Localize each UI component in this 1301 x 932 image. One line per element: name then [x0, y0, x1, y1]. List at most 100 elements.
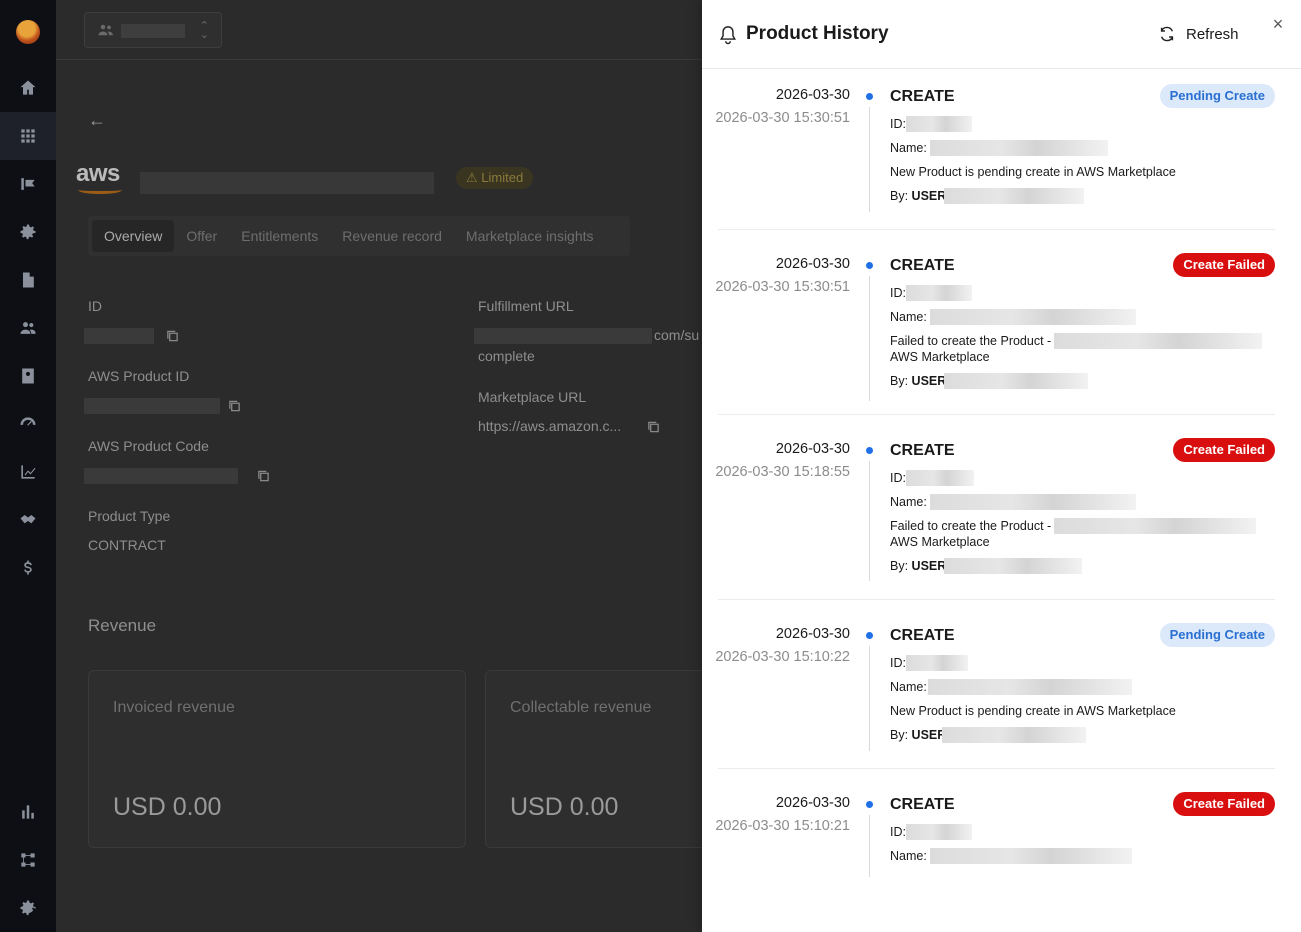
id-label: ID:	[890, 656, 906, 670]
sidebar-item-partners[interactable]	[0, 496, 56, 544]
aws-product-code-redacted	[84, 468, 238, 484]
name-redacted	[928, 679, 1132, 695]
sidebar-item-system-settings[interactable]	[0, 884, 56, 932]
aws-product-id-redacted	[84, 398, 220, 414]
sidebar-item-home[interactable]	[0, 64, 56, 112]
tab-offer[interactable]: Offer	[174, 220, 229, 252]
copy-icon[interactable]	[228, 399, 241, 413]
sidebar-item-settings[interactable]	[0, 208, 56, 256]
user-redacted	[942, 727, 1086, 743]
by-label: By:	[890, 728, 909, 742]
fulfillment-url-line2: complete	[478, 348, 535, 364]
contact-card-icon	[22, 368, 34, 384]
tab-overview[interactable]: Overview	[92, 220, 175, 252]
gauge-icon	[20, 417, 36, 426]
timeline-line	[869, 815, 870, 877]
name-redacted	[930, 140, 1108, 156]
user-redacted	[944, 373, 1088, 389]
handshake-icon	[20, 515, 36, 524]
grid-icon	[21, 129, 35, 143]
tab-marketplace-insights[interactable]: Marketplace insights	[454, 220, 606, 252]
user-redacted	[944, 188, 1084, 204]
timeline-dot	[866, 632, 873, 639]
message-redacted	[1054, 518, 1256, 534]
revenue-section-title: Revenue	[88, 616, 157, 635]
copy-icon[interactable]	[647, 420, 660, 434]
tab-entitlements[interactable]: Entitlements	[229, 220, 330, 252]
invoiced-revenue-amount: USD 0.00	[113, 793, 222, 821]
entry-id: ID:	[890, 117, 906, 131]
status-badge: Pending Create	[1159, 623, 1275, 647]
sidebar-item-products[interactable]	[0, 112, 56, 160]
workspace-select[interactable]: ⌃ ⌄	[84, 12, 222, 48]
refresh-icon	[1160, 26, 1174, 42]
entry-message: Failed to create the Product -	[890, 334, 1052, 348]
timeline-dot	[866, 447, 873, 454]
history-entry: 2026-03-30 2026-03-30 15:30:51 CREATE Cr…	[715, 238, 1275, 415]
entry-name: Name:	[890, 495, 927, 509]
drawer-title: Product History	[746, 23, 889, 44]
entry-action: CREATE	[890, 627, 955, 644]
entry-by: By: USER	[890, 374, 946, 388]
entry-timestamp: 2026-03-30 15:10:21	[715, 818, 850, 834]
fulfillment-url-label: Fulfillment URL	[478, 298, 574, 314]
marketplace-url-value[interactable]: https://aws.amazon.c...	[478, 418, 621, 434]
entry-timestamp: 2026-03-30 15:18:55	[715, 464, 850, 480]
sidebar-item-documents[interactable]	[0, 256, 56, 304]
sidebar-item-performance[interactable]	[0, 400, 56, 448]
copy-icon[interactable]	[257, 469, 270, 483]
name-label: Name:	[890, 310, 927, 324]
sidebar-item-analytics[interactable]	[0, 448, 56, 496]
entry-message: New Product is pending create in AWS Mar…	[890, 704, 1176, 718]
chart-line-icon	[21, 465, 36, 479]
message-redacted	[1054, 333, 1262, 349]
history-entry: 2026-03-30 2026-03-30 15:30:51 CREATE Pe…	[715, 69, 1275, 230]
gear-icon	[20, 224, 36, 240]
app-logo[interactable]	[16, 20, 40, 44]
sidebar-item-contacts[interactable]	[0, 352, 56, 400]
close-icon[interactable]: ×	[1268, 14, 1288, 34]
refresh-button[interactable]: Refresh	[1158, 20, 1239, 48]
entry-action: CREATE	[890, 796, 955, 813]
collectable-revenue-amount: USD 0.00	[510, 793, 619, 821]
entry-timestamp: 2026-03-30 15:30:51	[715, 110, 850, 126]
entry-date: 2026-03-30	[775, 626, 850, 642]
user-label: USER	[911, 189, 947, 203]
entry-name: Name:	[890, 849, 927, 863]
back-arrow-icon[interactable]: ←	[88, 110, 106, 131]
sidebar-item-listings[interactable]	[0, 160, 56, 208]
name-label: Name:	[890, 495, 927, 509]
status-badge: Create Failed	[1173, 253, 1275, 277]
users-icon	[20, 322, 36, 334]
sidebar-item-reports[interactable]	[0, 788, 56, 836]
aws-product-code-label: AWS Product Code	[88, 438, 209, 454]
user-redacted	[944, 558, 1082, 574]
name-redacted	[930, 848, 1132, 864]
copy-icon[interactable]	[166, 329, 179, 343]
entry-by: By: USER	[890, 728, 946, 742]
document-icon	[23, 272, 34, 288]
entry-message-line2: AWS Marketplace	[890, 535, 990, 549]
sidebar-item-users[interactable]	[0, 304, 56, 352]
name-label: Name:	[890, 849, 927, 863]
limited-badge: ⚠ Limited	[456, 167, 534, 189]
tab-revenue-record[interactable]: Revenue record	[330, 220, 454, 252]
timeline-dot	[866, 801, 873, 808]
entry-name: Name:	[890, 680, 927, 694]
id-label: ID	[88, 298, 102, 314]
status-badge: Pending Create	[1159, 84, 1275, 108]
chevron-updown-icon: ⌃ ⌄	[199, 20, 209, 41]
entry-message-line2: AWS Marketplace	[890, 350, 990, 364]
aws-product-id-label: AWS Product ID	[88, 368, 190, 384]
invoiced-revenue-card: Invoiced revenue USD 0.00	[88, 670, 466, 848]
history-entry: 2026-03-30 2026-03-30 15:10:22 CREATE Pe…	[715, 608, 1275, 769]
refresh-label: Refresh	[1186, 25, 1239, 43]
user-label: USER	[911, 374, 947, 388]
sidebar-item-billing[interactable]	[0, 544, 56, 592]
entry-name: Name:	[890, 310, 927, 324]
id-redacted	[906, 116, 972, 132]
id-label: ID:	[890, 471, 906, 485]
timeline-dot	[866, 93, 873, 100]
sidebar-item-integrations[interactable]	[0, 836, 56, 884]
user-label: USER	[911, 559, 947, 573]
